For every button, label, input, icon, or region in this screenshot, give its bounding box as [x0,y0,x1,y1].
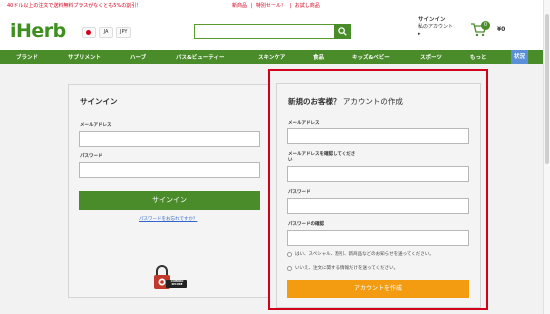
cart-count-badge: 0 [481,21,490,30]
signin-email-field[interactable] [79,131,260,147]
promo-text[interactable]: 40ドル以上の注文で送料無料プラスがなくとも5%の割引！ [7,0,141,13]
signin-title: サインイン [80,97,118,106]
cart-total: ¥0 [497,26,506,33]
nav-item-sports[interactable]: スポーツ [420,53,442,61]
link-special-sale[interactable]: 特別セール！ [256,3,286,9]
signin-password-label: パスワード [80,154,103,159]
signin-password-field[interactable] [79,162,260,178]
nav-item-food[interactable]: 食品 [313,53,324,61]
account-subtitle[interactable]: 私のアカウント [418,24,453,31]
site-header: iHerb JA JPY サインイン 私のアカウント ▸ 0 ¥0 [0,13,543,50]
iherb-logo[interactable]: iHerb [10,20,66,42]
nav-item-kids-baby[interactable]: キッズ&ベビー [352,53,390,61]
signin-button[interactable]: サインイン [79,191,260,210]
nav-item-supplements[interactable]: サプリメント [68,53,101,61]
search-input[interactable] [194,24,351,39]
scrollbar-thumb[interactable] [545,14,549,164]
cart-button[interactable]: 0 ¥0 [471,21,511,41]
separator: | [289,3,292,9]
search-icon [338,27,347,36]
japan-flag-icon[interactable] [82,27,96,38]
badge-text: COMODO SECURE [167,280,187,286]
promo-bar: 40ドル以上の注文で送料無料プラスがなくとも5%の割引！ 新商品 | 特別セール… [0,0,543,13]
link-new-products[interactable]: 新商品 [232,3,247,9]
nav-item-herbs[interactable]: ハーブ [130,53,146,61]
locale-selector[interactable]: JA JPY [82,27,132,38]
signin-email-label: メールアドレス [80,123,112,128]
forgot-password-link[interactable]: パスワードをお忘れですか？ [139,216,197,222]
highlight-frame [268,69,488,310]
category-nav: ブランド サプリメント ハーブ バス&ビューティー スキンケア 食品 キッズ&ベ… [0,50,543,64]
status-button[interactable]: 状況 [511,50,528,64]
search-button[interactable] [334,24,351,39]
nav-item-skincare[interactable]: スキンケア [258,53,285,61]
nav-item-brands[interactable]: ブランド [16,53,38,61]
promo-links: 新商品 | 特別セール！ | お試し商品 [232,0,322,13]
separator: | [250,3,253,9]
nav-item-bath-beauty[interactable]: バス&ビューティー [176,53,224,61]
currency-chip[interactable]: JPY [116,27,132,38]
account-arrow-icon: ▸ [418,31,421,37]
comodo-secure-badge[interactable]: COMODO SECURE [152,264,188,292]
padlock-icon [154,265,187,289]
account-menu[interactable]: サインイン 私のアカウント ▸ [418,17,453,38]
badge-line2: SECURE [171,283,183,287]
link-trial-products[interactable]: お試し商品 [295,3,320,9]
account-title[interactable]: サインイン [418,17,453,24]
nav-item-more[interactable]: もっと [470,53,487,61]
page: 40ドル以上の注文で送料無料プラスがなくとも5%の割引！ 新商品 | 特別セール… [0,0,543,314]
language-chip[interactable]: JA [99,27,113,38]
vertical-scrollbar[interactable] [543,0,550,314]
